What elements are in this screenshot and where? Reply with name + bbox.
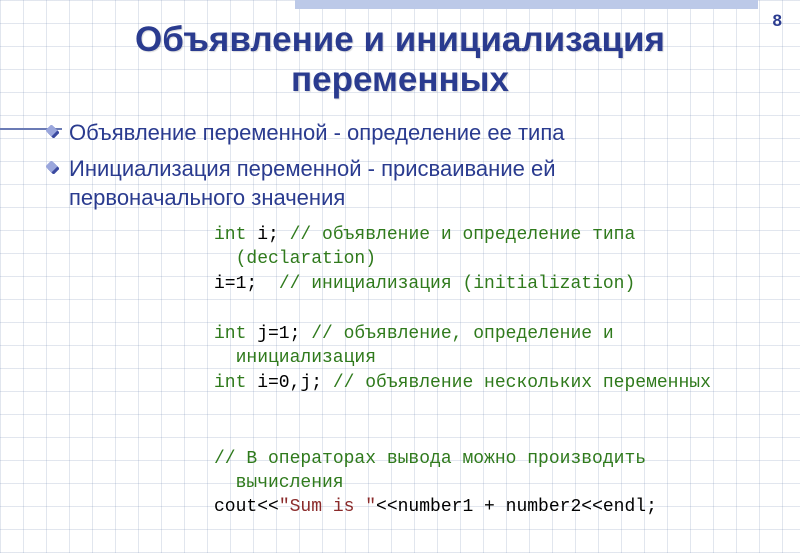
slide: 8 Объявление и инициализация переменных … <box>0 0 800 553</box>
code-line-5: // В операторах вывода можно производить <box>214 447 780 471</box>
code-line-3-cont: инициализация <box>214 346 780 370</box>
code-text: cout<< <box>214 497 279 517</box>
keyword-int: int <box>214 324 246 344</box>
comment: // В операторах вывода можно производить <box>214 449 646 469</box>
code-text: i=1; <box>214 274 279 294</box>
diamond-bullet-icon <box>46 161 59 174</box>
code-line-1: int i; // объявление и определение типа <box>214 223 780 247</box>
slide-body: Объявление переменной - определение ее т… <box>46 118 780 520</box>
code-line-3: int j=1; // объявление, определение и <box>214 322 780 346</box>
code-gap <box>214 395 780 447</box>
code-line-5-cont: вычисления <box>214 471 780 495</box>
title-line-1: Объявление и инициализация <box>135 20 665 59</box>
keyword-int: int <box>214 373 246 393</box>
code-gap <box>214 296 780 322</box>
title-line-2: переменных <box>291 60 509 99</box>
bullet-text: Объявление переменной - определение ее т… <box>69 118 564 148</box>
comment: (declaration) <box>236 249 376 269</box>
code-block: int i; // объявление и определение типа … <box>214 223 780 520</box>
code-text: i; <box>246 225 289 245</box>
comment: // объявление и определение типа <box>290 225 636 245</box>
string-literal: "Sum is " <box>279 497 376 517</box>
bullet-item-1: Объявление переменной - определение ее т… <box>46 118 780 148</box>
bullet-text-line-b: первоначального значения <box>69 185 345 210</box>
bullet-item-2: Инициализация переменной - присваивание … <box>46 154 780 213</box>
comment: // объявление, определение и <box>311 324 613 344</box>
code-text: i=0,j; <box>246 373 332 393</box>
code-line-6: cout<<"Sum is "<<number1 + number2<<endl… <box>214 495 780 519</box>
comment: инициализация <box>236 348 376 368</box>
keyword-int: int <box>214 225 246 245</box>
bullet-text: Инициализация переменной - присваивание … <box>69 154 555 213</box>
comment: вычисления <box>236 473 344 493</box>
code-text: <<number1 + number2<<endl; <box>376 497 657 517</box>
code-text: j=1; <box>246 324 311 344</box>
slide-title: Объявление и инициализация переменных <box>0 20 800 101</box>
code-line-2: i=1; // инициализация (initialization) <box>214 272 780 296</box>
top-accent-bar <box>295 0 758 9</box>
code-line-4: int i=0,j; // объявление нескольких пере… <box>214 371 780 395</box>
comment: // объявление нескольких переменных <box>333 373 711 393</box>
diamond-bullet-icon <box>46 125 59 138</box>
code-line-1-cont: (declaration) <box>214 247 780 271</box>
comment: // инициализация (initialization) <box>279 274 635 294</box>
bullet-text-line-a: Инициализация переменной - присваивание … <box>69 156 555 181</box>
